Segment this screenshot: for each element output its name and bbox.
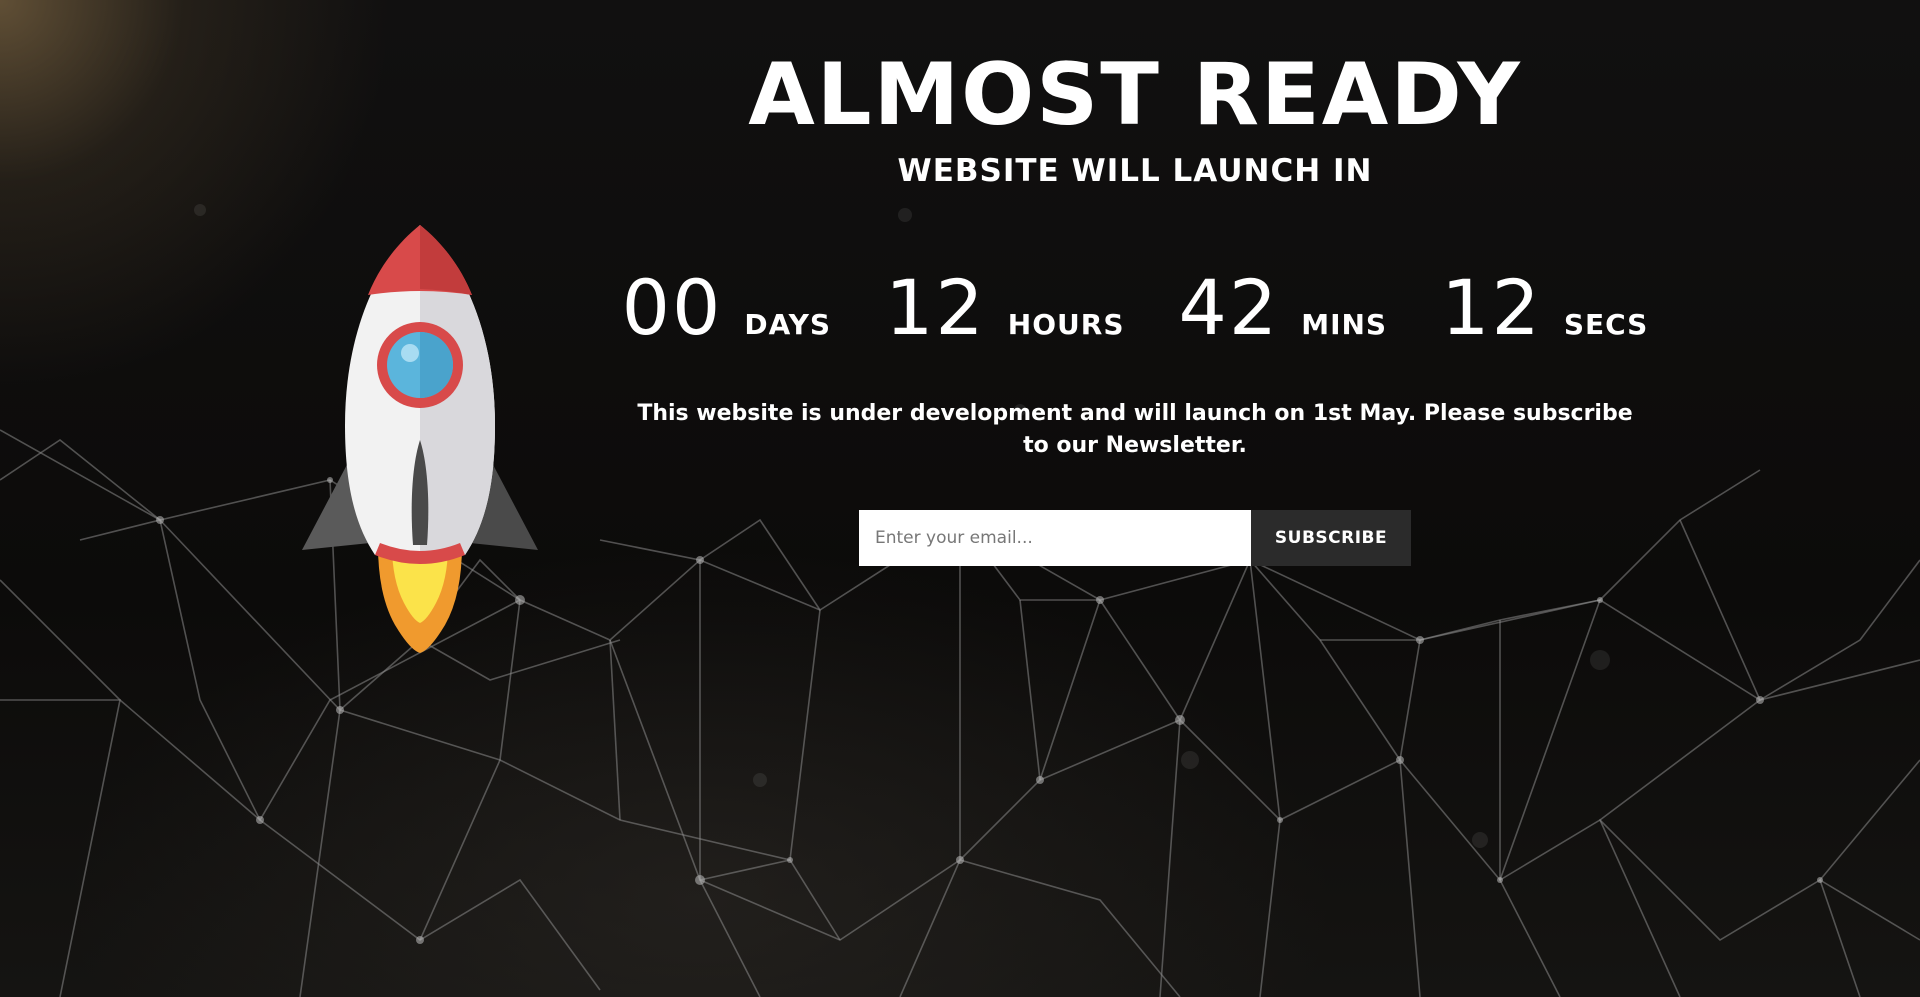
rocket-icon: [302, 225, 538, 653]
secs-value: 12: [1441, 263, 1542, 352]
countdown-hours: 12 HOURS: [885, 268, 1124, 348]
days-label: DAYS: [744, 308, 832, 341]
mins-label: MINS: [1301, 308, 1388, 341]
page-subtitle: WEBSITE WILL LAUNCH IN: [897, 153, 1373, 189]
coming-soon-page: ALMOST READY WEBSITE WILL LAUNCH IN 00 D…: [0, 0, 1920, 997]
email-input[interactable]: [859, 510, 1251, 566]
countdown-days: 00 DAYS: [622, 268, 831, 348]
countdown-mins: 42 MINS: [1178, 268, 1387, 348]
days-value: 00: [621, 263, 723, 352]
countdown-timer: 00 DAYS 12 HOURS 42 MINS 12 SECS: [620, 268, 1650, 348]
countdown-secs: 12 SECS: [1441, 268, 1648, 348]
page-title: ALMOST READY: [748, 45, 1522, 145]
subscribe-button[interactable]: SUBSCRIBE: [1251, 510, 1411, 566]
newsletter-form: SUBSCRIBE: [859, 510, 1411, 566]
hours-value: 12: [885, 263, 986, 352]
hours-label: HOURS: [1007, 308, 1125, 341]
launch-message: This website is under development and wi…: [637, 401, 1633, 458]
mins-value: 42: [1178, 263, 1280, 352]
secs-label: SECS: [1563, 308, 1649, 341]
hero-content: ALMOST READY WEBSITE WILL LAUNCH IN 00 D…: [620, 40, 1650, 566]
